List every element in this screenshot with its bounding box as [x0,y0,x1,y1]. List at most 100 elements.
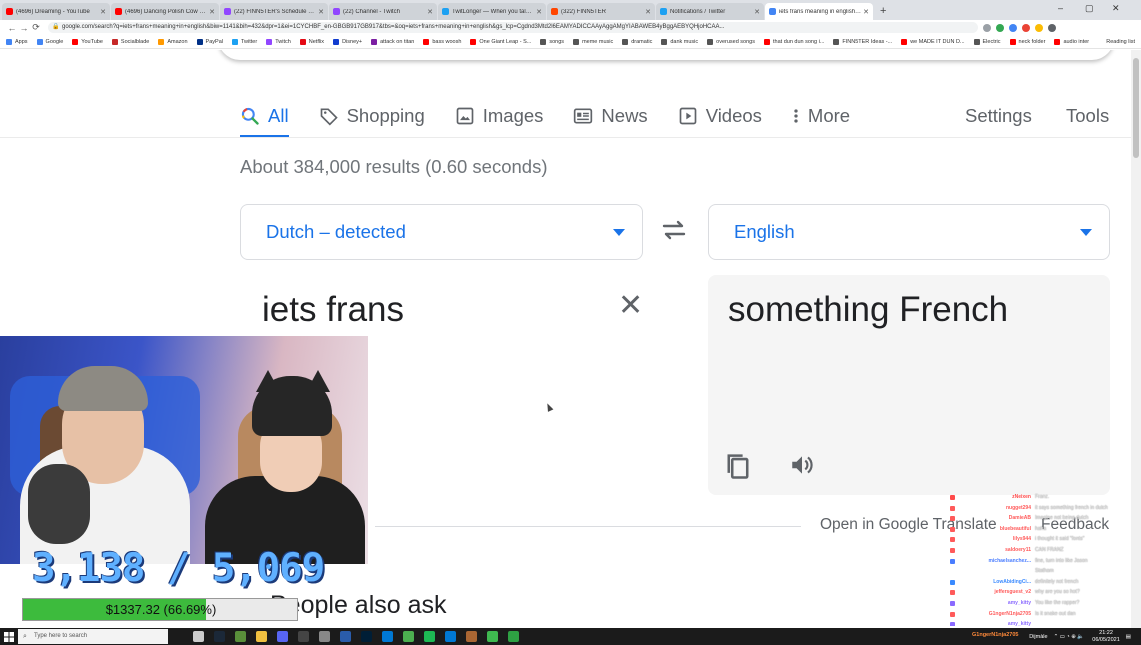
windows-start-icon[interactable] [0,628,18,645]
tab-images[interactable]: Images [455,96,543,136]
browser-tab[interactable]: (22) Channel - Twitch ✕ [329,3,437,20]
bookmark-item[interactable]: that dun dun song i... [764,38,824,45]
bookmark-item[interactable]: Amazon [158,38,188,45]
extension-icon[interactable] [983,23,991,32]
browser-tab[interactable]: Notifications / Twitter ✕ [656,3,764,20]
bookmark-item[interactable]: bass woosh [423,38,461,45]
minimize-button[interactable]: – [1058,3,1063,13]
notifications-icon[interactable]: ▤ [1126,634,1131,640]
windows-store-icon[interactable] [382,631,393,642]
extension-icon[interactable] [996,23,1004,32]
photoshop-icon[interactable] [361,631,372,642]
maximize-button[interactable]: ▢ [1085,3,1094,14]
close-tab-icon[interactable]: ✕ [536,8,542,16]
bookmark-item[interactable]: dank music [661,38,698,45]
mail-icon[interactable] [445,631,456,642]
browser-tab[interactable]: (4696) Dreaming - YouTube ✕ [2,3,110,20]
close-tab-icon[interactable]: ✕ [645,8,651,16]
chat-username: michaelsanchez... [988,557,1031,564]
extension-icon[interactable] [1035,23,1043,32]
reading-list[interactable]: Reading list [1106,39,1135,45]
bookmark-item[interactable]: Electric [973,38,1001,45]
bookmark-item[interactable]: Apps [6,38,28,45]
minecraft-icon[interactable] [235,631,246,642]
settings-link[interactable]: Settings [965,96,1032,136]
bookmark-item[interactable]: PayPal [196,38,223,45]
address-bar[interactable]: 🔒 google.com/search?q=iets+frans+meaning… [48,22,978,33]
close-tab-icon[interactable]: ✕ [754,8,760,16]
browser-tab[interactable]: (4696) Dancing Polish Cow 10 H...✕ [111,3,219,20]
tab-more[interactable]: More [792,96,850,136]
profile-avatar[interactable] [1048,23,1056,32]
bookmark-item[interactable]: neck folder [1009,38,1045,45]
close-tab-icon[interactable]: ✕ [318,8,324,16]
app3-icon[interactable] [508,631,519,642]
task-view-icon[interactable] [193,631,204,642]
tab-videos[interactable]: Videos [678,96,762,136]
bookmark-item[interactable]: meme music [573,38,613,45]
bookmark-item[interactable]: Google [36,38,63,45]
extension-icon[interactable] [1009,23,1017,32]
tools-link[interactable]: Tools [1066,96,1109,136]
search-box[interactable] [218,50,1114,60]
speaker-icon[interactable] [788,452,816,483]
chat-badge-icon [950,516,955,522]
new-tab-button[interactable]: + [874,3,892,20]
source-text-input[interactable]: iets frans [262,290,404,330]
vegas-icon[interactable] [340,631,351,642]
app-icon[interactable] [466,631,477,642]
browser-tab[interactable]: TwitLonger — When you talk to... ✕ [438,3,546,20]
extension-icon[interactable] [1022,23,1030,32]
back-button[interactable]: ← [6,23,18,33]
close-icon[interactable]: ✕ [618,291,643,321]
reload-button[interactable]: ⟳ [30,22,42,33]
target-language-select[interactable]: English [708,204,1110,260]
bookmark-item[interactable]: One Giant Leap - S... [470,38,531,45]
obs-icon[interactable] [298,631,309,642]
bookmark-favicon-icon [196,38,203,45]
app2-icon[interactable] [487,631,498,642]
bookmark-item[interactable]: YouTube [72,38,103,45]
scrollbar[interactable] [1131,50,1141,628]
swap-languages-icon[interactable] [660,218,688,248]
tray-icons[interactable]: ⌃ ▭ ◔ ⊕ 🔈 [1054,634,1085,640]
settings-icon[interactable] [319,631,330,642]
scrollbar-thumb[interactable] [1133,58,1139,158]
close-tab-icon[interactable]: ✕ [427,8,433,16]
chat-text: Franz. [1035,494,1050,500]
clock[interactable]: 21:22 06/05/2021 [1092,630,1120,644]
browser-tab[interactable]: (22) FINN5TER's Schedule - Twit...✕ [220,3,328,20]
bookmark-item[interactable]: Netflix [299,38,324,45]
bookmark-item[interactable]: Twitch [266,38,291,45]
browser-tab[interactable]: (322) FINN5TER ✕ [547,3,655,20]
spotify-icon[interactable] [424,631,435,642]
bookmark-favicon-icon [371,38,378,45]
steam-icon[interactable] [214,631,225,642]
browser-tab[interactable]: iets frans meaning in english - G... ✕ [765,3,873,20]
copy-icon[interactable] [724,451,752,486]
files-icon[interactable] [256,631,267,642]
bookmark-item[interactable]: overused songs [707,38,755,45]
bookmark-item[interactable]: FINN5TER Ideas -... [833,38,892,45]
close-tab-icon[interactable]: ✕ [209,8,215,16]
source-language-select[interactable]: Dutch – detected [240,204,643,260]
taskbar-search-input[interactable]: ⌕ Type here to search [18,629,168,644]
tab-news[interactable]: News [573,96,648,136]
bookmark-item[interactable]: audio inter [1054,38,1089,45]
close-tab-icon[interactable]: ✕ [863,8,869,16]
chat-message: nugget294 it says something french in dut… [950,503,1130,514]
bookmark-item[interactable]: dramatic [622,38,652,45]
bookmark-item[interactable]: attack on titan [371,38,414,45]
bookmark-item[interactable]: songs [540,38,564,45]
bookmark-item[interactable]: we MADE IT DUN D... [901,38,965,45]
bookmark-item[interactable]: Socialblade [111,38,149,45]
close-window-button[interactable]: ✕ [1112,3,1120,14]
close-tab-icon[interactable]: ✕ [100,8,106,16]
bookmark-item[interactable]: Disney+ [333,38,362,45]
forward-button[interactable]: → [18,23,30,33]
bookmark-item[interactable]: Twitter [231,38,257,45]
tab-all[interactable]: All [240,96,289,138]
tab-shopping[interactable]: Shopping [319,96,425,136]
chrome-icon[interactable] [403,631,414,642]
discord-icon[interactable] [277,631,288,642]
